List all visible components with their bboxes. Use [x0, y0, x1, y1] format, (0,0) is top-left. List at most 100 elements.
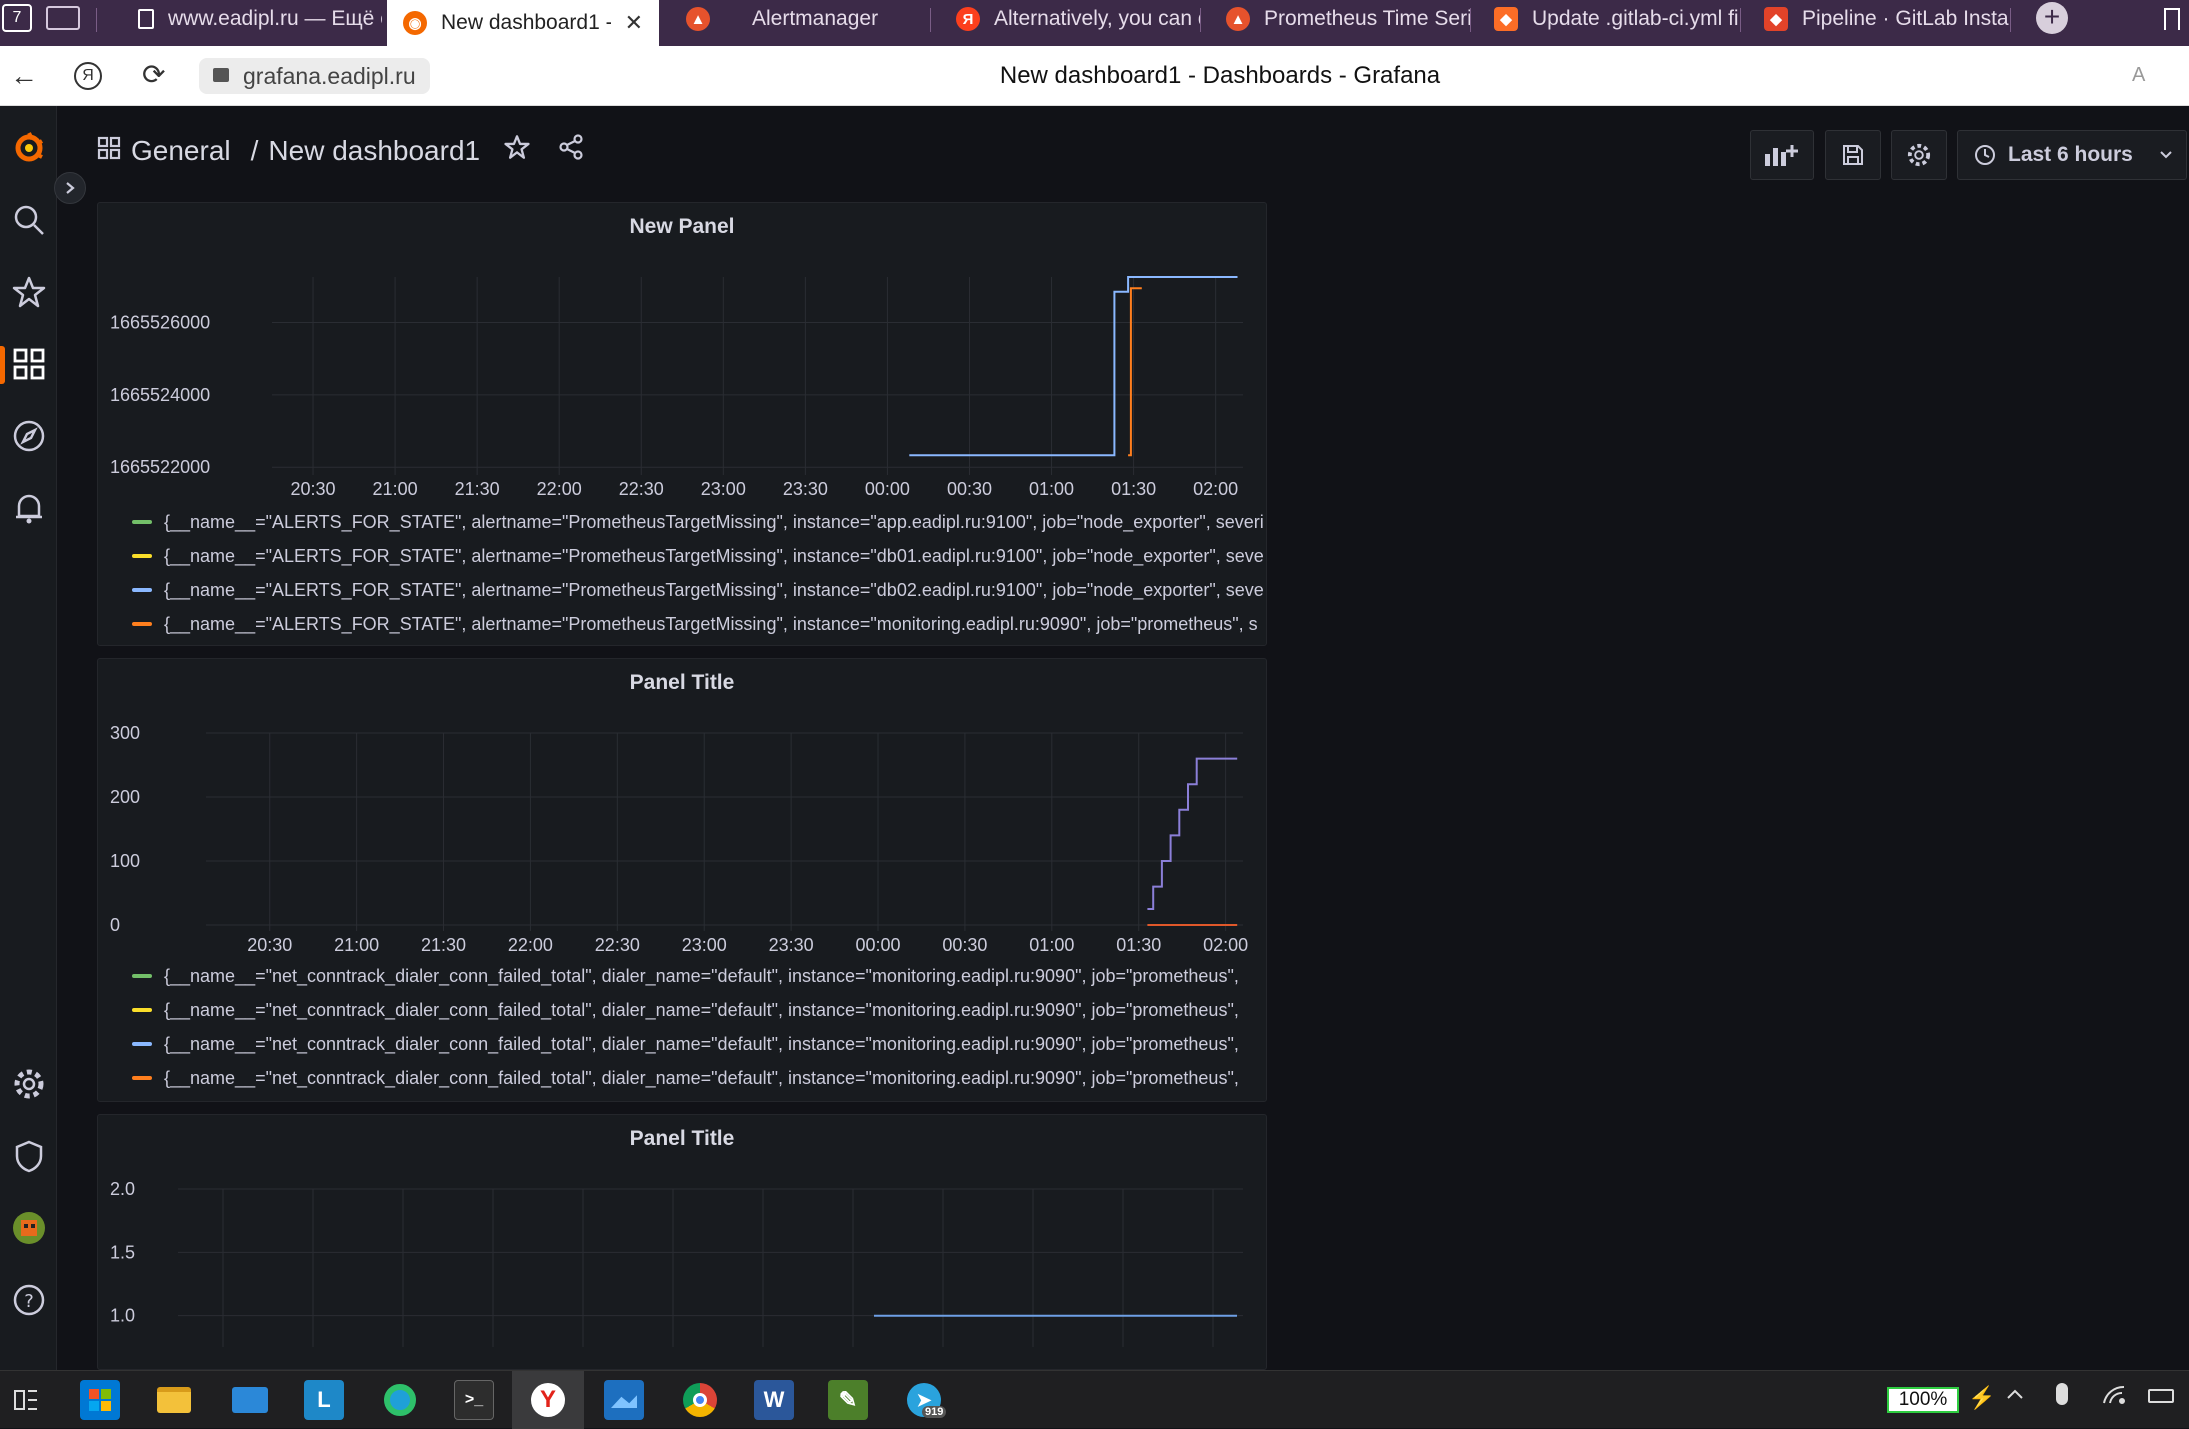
legend-swatch — [132, 520, 152, 524]
share-icon[interactable] — [558, 134, 584, 167]
store-icon[interactable] — [80, 1380, 120, 1420]
telegram-badge: 919 — [922, 1406, 947, 1418]
time-range-picker[interactable]: Last 6 hours — [1957, 130, 2187, 180]
x-tick-label: 20:30 — [247, 935, 292, 955]
sheets-icon[interactable]: ✎ — [828, 1380, 868, 1420]
task-view-icon[interactable] — [6, 1380, 46, 1420]
dashboard-title[interactable]: New dashboard1 — [268, 135, 480, 167]
word-icon[interactable]: W — [754, 1380, 794, 1420]
chart-plot: 1.0 1.5 2.0 — [110, 1179, 1243, 1347]
tab-title: www.eadipl.ru — Ещё с — [168, 7, 382, 30]
legend: {__name__="net_conntrack_dialer_conn_fai… — [132, 959, 1266, 1095]
star-icon[interactable] — [504, 134, 530, 167]
legend-label: {__name__="ALERTS_FOR_STATE", alertname=… — [164, 579, 1264, 600]
breadcrumb-folder[interactable]: General — [131, 135, 231, 167]
wifi-icon[interactable] — [2102, 1383, 2126, 1410]
legend-swatch — [132, 1076, 152, 1080]
x-tick-label: 02:00 — [1193, 479, 1238, 499]
x-tick-label: 21:30 — [455, 479, 500, 499]
mail-icon[interactable] — [230, 1380, 270, 1420]
new-tab-button[interactable]: + — [2036, 2, 2068, 34]
chevron-up-icon[interactable] — [2006, 1387, 2024, 1405]
microphone-icon[interactable] — [2056, 1383, 2068, 1405]
photos-icon[interactable] — [604, 1380, 644, 1420]
search-icon[interactable] — [11, 202, 47, 238]
y-tick-label: 2.0 — [110, 1179, 135, 1199]
explorer-icon[interactable] — [154, 1380, 194, 1420]
x-tick-label: 01:30 — [1111, 479, 1156, 499]
telegram-icon[interactable]: ➤ 919 — [904, 1380, 947, 1420]
help-icon[interactable]: ? — [11, 1282, 47, 1318]
legend-label: {__name__="net_conntrack_dialer_conn_fai… — [164, 1067, 1239, 1088]
battery-percent[interactable]: 100% — [1887, 1387, 1959, 1413]
close-tab-icon[interactable]: ✕ — [625, 10, 643, 36]
x-tick-label: 23:00 — [682, 935, 727, 955]
alerting-icon[interactable] — [11, 490, 47, 526]
x-tick-label: 20:30 — [291, 479, 336, 499]
panel-title: New Panel — [629, 215, 735, 238]
yandex-browser-icon[interactable]: Y — [512, 1371, 584, 1429]
dashboard-settings-button[interactable] — [1891, 130, 1947, 180]
series-line — [1147, 757, 1238, 910]
add-panel-button[interactable] — [1750, 130, 1814, 180]
legend-label: {__name__="net_conntrack_dialer_conn_fai… — [164, 965, 1239, 986]
panel-2[interactable]: 20:30 21:00 21:30 22:00 22:30 23:00 23:30 00:00… — [97, 658, 1267, 1102]
panel-1[interactable]: 20:30 21:00 21:30 22:00 22:30 23:00 23:30 00:00… — [97, 202, 1267, 646]
shield-icon[interactable] — [11, 1138, 47, 1174]
browser-tab-grafana[interactable]: ◉ New dashboard1 - D ✕ — [387, 0, 659, 46]
battery-icon[interactable] — [2148, 1389, 2174, 1403]
explore-icon[interactable] — [11, 418, 47, 454]
power-plug-icon[interactable]: ⚡ — [1968, 1385, 1995, 1411]
page-icon — [138, 9, 154, 29]
grafana-icon: ◉ — [403, 11, 427, 35]
x-tick-label: 23:30 — [783, 479, 828, 499]
lingvo-icon[interactable]: L — [304, 1380, 344, 1420]
browser-tab-alertmanager[interactable]: ▲ Alertmanager — [670, 0, 930, 38]
legend-item[interactable]: {__name__="net_conntrack_dialer_conn_fai… — [132, 993, 1266, 1027]
bookmarks-icon[interactable] — [2164, 8, 2180, 30]
series-line — [909, 276, 1238, 457]
breadcrumb: General / New dashboard1 — [97, 134, 584, 167]
expand-sidebar-button[interactable] — [54, 172, 86, 204]
browser-tab-eadipl[interactable]: www.eadipl.ru — Ещё с — [122, 0, 382, 38]
clock-icon — [1975, 145, 1995, 165]
star-icon[interactable] — [11, 274, 47, 310]
x-tick-label: 01:30 — [1116, 935, 1161, 955]
browser-tab-yandex[interactable]: Я Alternatively, you can d — [940, 0, 1200, 38]
avatar[interactable] — [11, 1210, 47, 1246]
yandex-icon: Я — [956, 7, 980, 31]
legend-item[interactable]: {__name__="net_conntrack_dialer_conn_fai… — [132, 1061, 1266, 1095]
browser-tab-gitlab-pipeline[interactable]: ◆ Pipeline · GitLab Instanc — [1748, 0, 2010, 38]
legend-item[interactable]: {__name__="ALERTS_FOR_STATE", alertname=… — [132, 505, 1266, 539]
browser-tab-prometheus[interactable]: ▲ Prometheus Time Serie — [1210, 0, 1470, 38]
tab-title: Prometheus Time Serie — [1264, 7, 1470, 30]
x-tick-label: 23:00 — [701, 479, 746, 499]
terminal-icon[interactable]: >_ — [454, 1380, 494, 1420]
translate-icon[interactable]: A — [2132, 64, 2145, 87]
tab-title: Pipeline · GitLab Instanc — [1802, 7, 2010, 30]
legend-item[interactable]: {__name__="ALERTS_FOR_STATE", alertname=… — [132, 607, 1266, 641]
y-tick-label: 200 — [110, 787, 140, 807]
legend-swatch — [132, 974, 152, 978]
tab-groups-icon[interactable] — [46, 6, 80, 30]
panel-title: Panel Title — [629, 1127, 735, 1150]
x-tick-label: 00:00 — [865, 479, 910, 499]
browser-tab-gitlab-update[interactable]: ◆ Update .gitlab-ci.yml fil — [1478, 0, 1740, 38]
save-dashboard-button[interactable] — [1825, 130, 1881, 180]
chrome-icon[interactable] — [680, 1380, 720, 1420]
legend-item[interactable]: {__name__="ALERTS_FOR_STATE", alertname=… — [132, 573, 1266, 607]
panel-3[interactable]: 1.0 1.5 2.0 Panel Title — [97, 1114, 1267, 1370]
y-tick-label: 1.0 — [110, 1306, 135, 1326]
tab-counter-icon[interactable]: 7 — [2, 4, 32, 32]
legend-item[interactable]: {__name__="net_conntrack_dialer_conn_fai… — [132, 1027, 1266, 1061]
legend-item[interactable]: {__name__="ALERTS_FOR_STATE", alertname=… — [132, 539, 1266, 573]
chevron-down-icon — [2160, 151, 2172, 159]
legend-item[interactable]: {__name__="net_conntrack_dialer_conn_fai… — [132, 959, 1266, 993]
legend-label: {__name__="net_conntrack_dialer_conn_fai… — [164, 1033, 1239, 1054]
settings-icon[interactable] — [11, 1066, 47, 1102]
tab-title: New dashboard1 - D — [441, 11, 611, 34]
dashboards-icon[interactable] — [11, 346, 47, 382]
edge-icon[interactable] — [380, 1380, 420, 1420]
add-panel-icon — [1765, 145, 1798, 166]
grafana-logo-icon[interactable] — [11, 130, 47, 166]
